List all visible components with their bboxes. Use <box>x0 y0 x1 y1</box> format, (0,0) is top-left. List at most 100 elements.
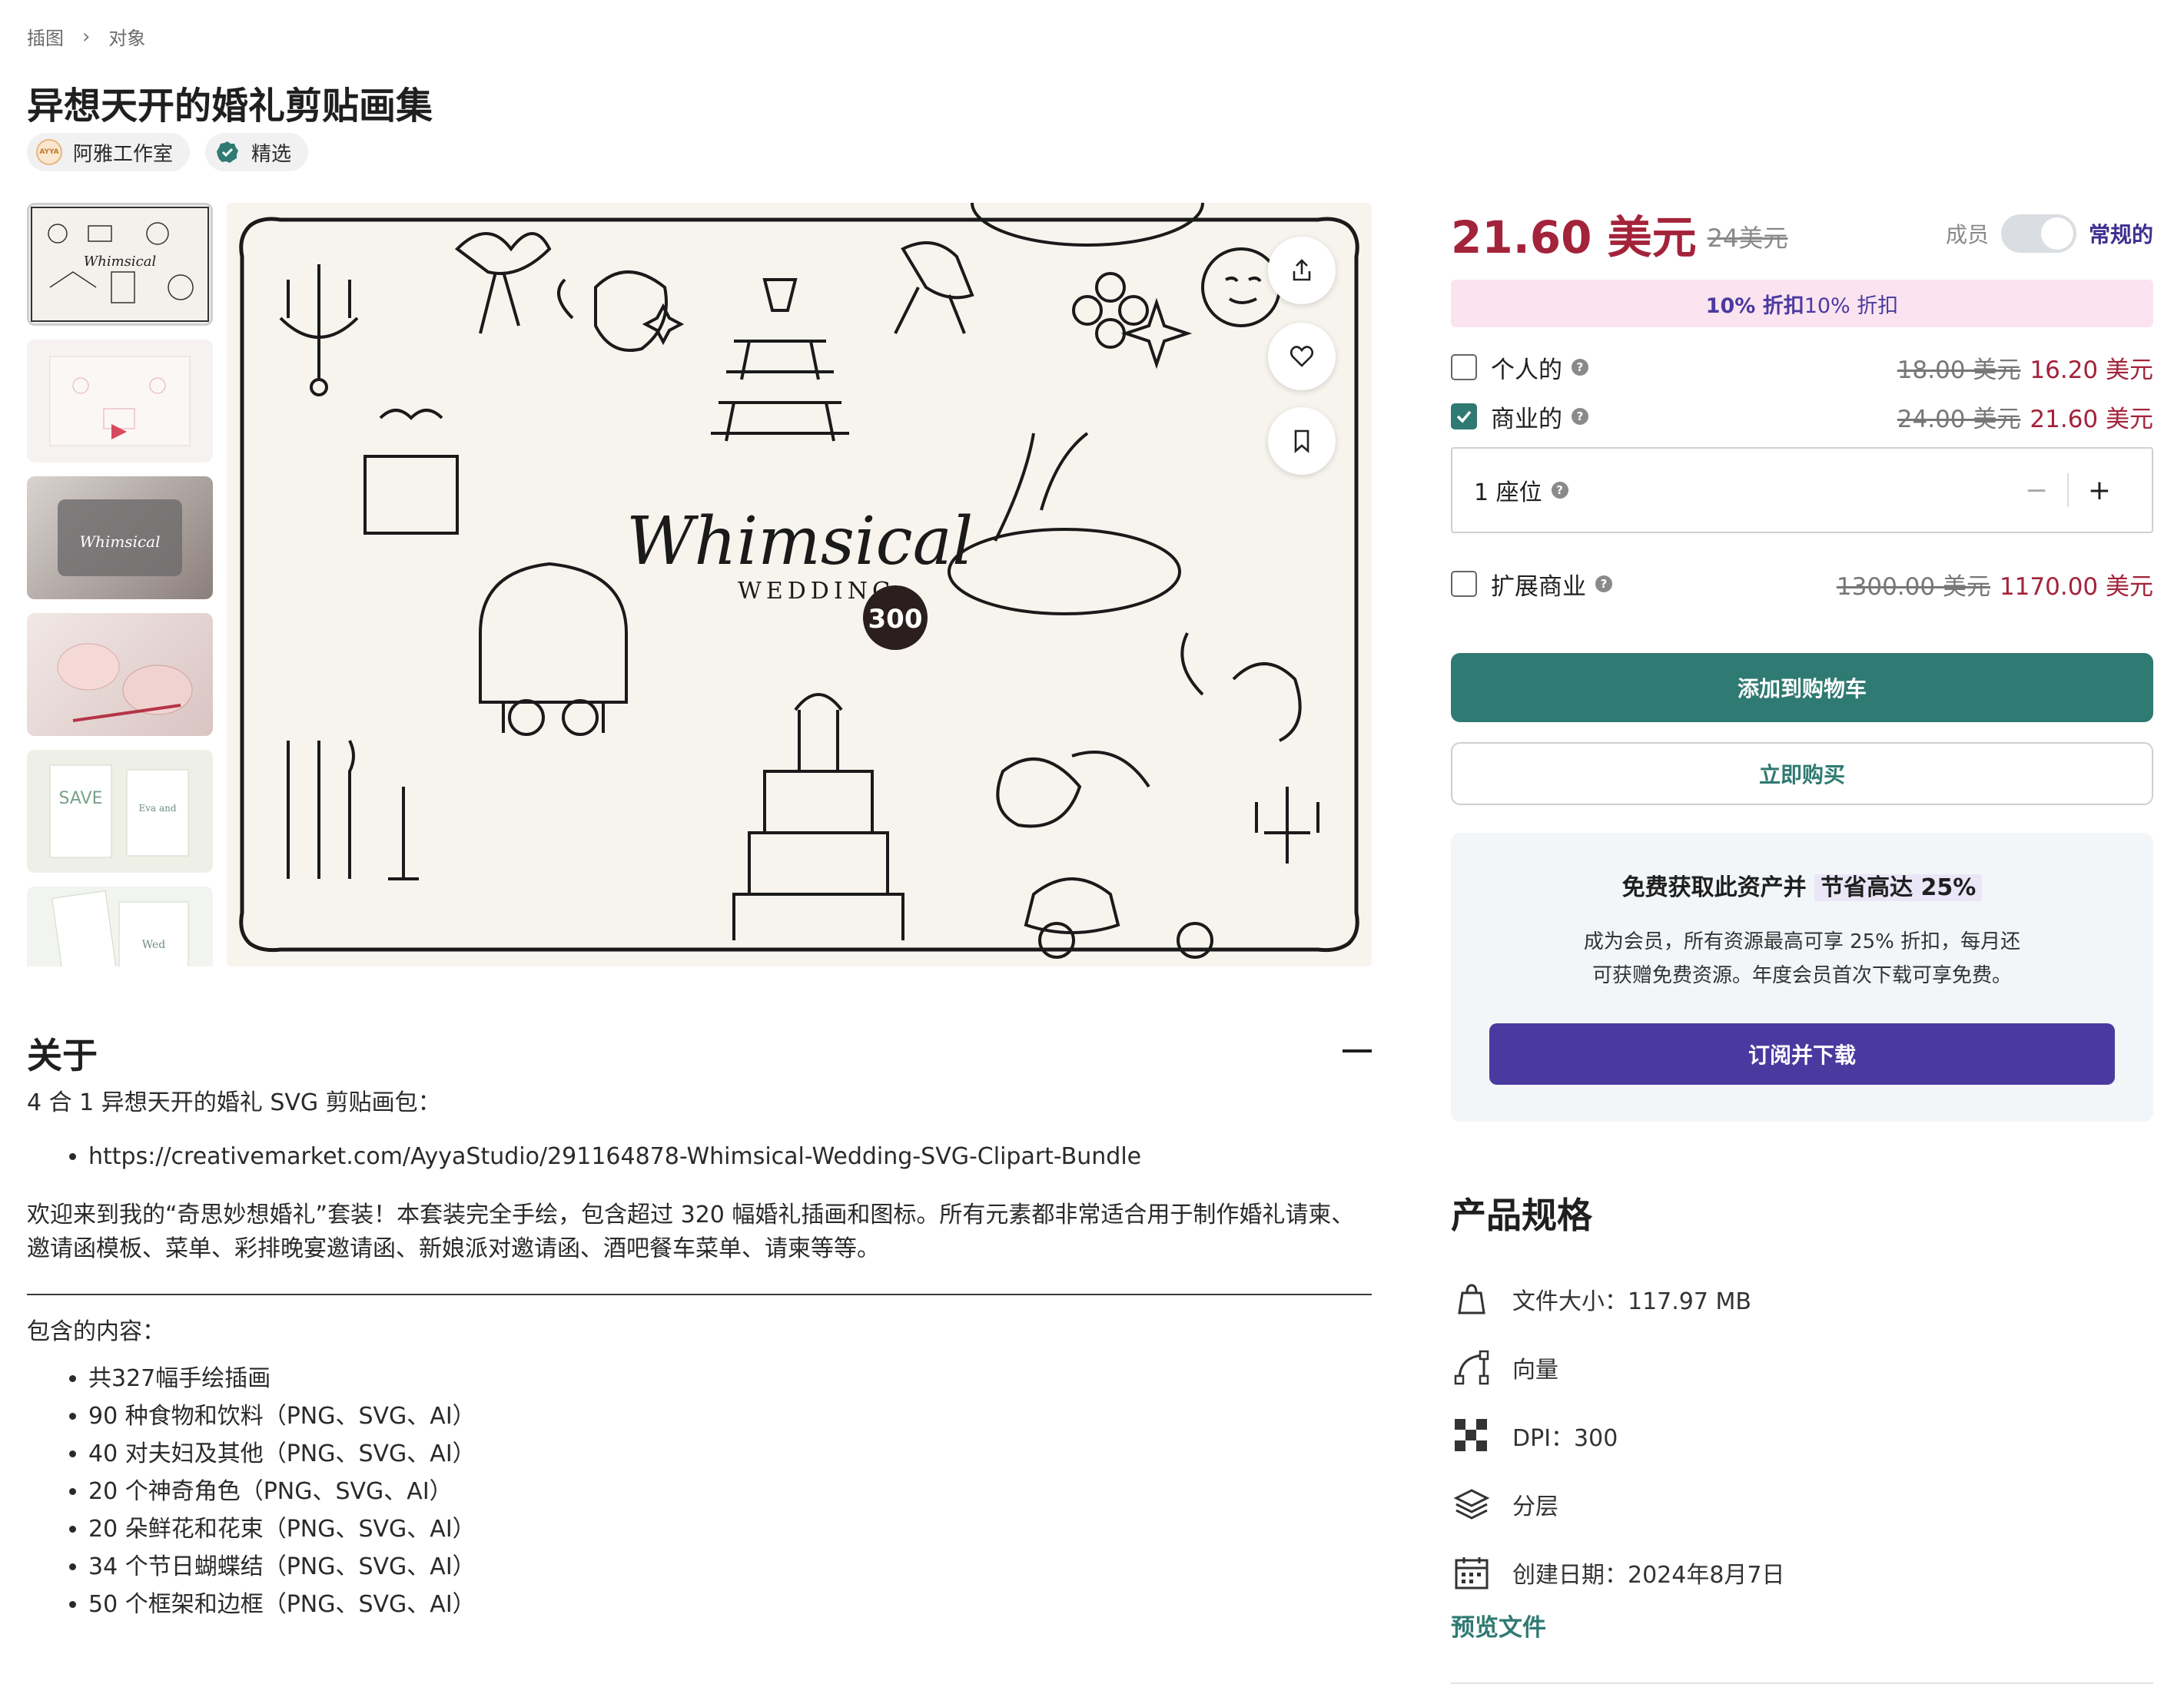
purchase-panel: 21.60 美元 24美元 成员 常规的 10% 折扣 10% 折扣 个人的 ?… <box>1451 203 2153 1684</box>
image-caption: Whimsical <box>626 503 973 580</box>
thumbnail-4[interactable] <box>27 613 213 736</box>
buy-now-button[interactable]: 立即购买 <box>1451 742 2153 805</box>
commercial-checkbox[interactable] <box>1451 403 1477 429</box>
license-personal[interactable]: 个人的 ? 18.00 美元 16.20 美元 <box>1451 343 2153 392</box>
about-section: 关于 4 合 1 异想天开的婚礼 SVG 剪贴画包： https://creat… <box>27 1028 1372 1623</box>
shop-chips: AYYA 阿雅工作室 精选 <box>27 133 309 171</box>
shop-logo-icon: AYYA <box>36 139 62 165</box>
discount-text: 10% 折扣 <box>1804 293 1899 318</box>
heart-icon <box>1289 346 1314 367</box>
help-icon[interactable]: ? <box>1572 359 1588 376</box>
share-icon <box>1293 259 1311 281</box>
page-title: 异想天开的婚礼剪贴画集 <box>27 85 433 128</box>
svg-text:SAVE: SAVE <box>59 789 103 808</box>
license-old-price: 1300.00 美元 <box>1836 572 1990 601</box>
divider <box>27 1294 1372 1295</box>
help-icon[interactable]: ? <box>1572 408 1588 425</box>
spec-vector: 向量 <box>1451 1333 2153 1401</box>
contents-label: 包含的内容： <box>27 1318 165 1345</box>
share-button[interactable] <box>1268 237 1336 304</box>
chevron-right-icon: › <box>82 25 91 48</box>
increase-seat-button[interactable]: + <box>2069 475 2130 506</box>
thumbnail-6[interactable]: Wed <box>27 887 213 966</box>
license-name: 扩展商业 <box>1491 572 1586 601</box>
member-label: 成员 <box>1945 222 1989 247</box>
help-icon[interactable]: ? <box>1551 482 1568 499</box>
specs-title: 产品规格 <box>1451 1195 1592 1236</box>
featured-chip[interactable]: 精选 <box>205 133 309 171</box>
shop-name: 阿雅工作室 <box>73 142 174 166</box>
about-title: 关于 <box>27 1035 98 1076</box>
license-new-price: 1170.00 美元 <box>1999 572 2153 601</box>
license-old-price: 18.00 美元 <box>1897 356 2021 384</box>
bookmark-button[interactable] <box>1268 407 1336 475</box>
favorite-button[interactable] <box>1268 323 1336 390</box>
spec-created: 创建日期：2024年8月7日 <box>1451 1538 2153 1606</box>
member-toggle[interactable] <box>2000 214 2076 253</box>
thumbnail-5[interactable]: SAVE Eva and <box>27 750 213 873</box>
subscribe-download-button[interactable]: 订阅并下载 <box>1489 1023 2115 1085</box>
spec-file-size: 文件大小：117.97 MB <box>1451 1265 2153 1333</box>
regular-label: 常规的 <box>2088 222 2153 247</box>
check-icon <box>1456 410 1472 423</box>
list-item: 40 对夫妇及其他（PNG、SVG、AI） <box>88 1435 1372 1473</box>
license-new-price: 16.20 美元 <box>2030 356 2153 384</box>
license-name: 商业的 <box>1491 405 1562 433</box>
spec-dpi: DPI：300 <box>1451 1401 2153 1470</box>
layers-icon <box>1451 1483 1492 1525</box>
promo-highlight: 节省高达 25% <box>1814 874 1983 901</box>
dpi-icon <box>1451 1415 1492 1457</box>
vector-icon <box>1451 1347 1492 1388</box>
list-item: 50 个框架和边框（PNG、SVG、AI） <box>88 1586 1372 1623</box>
list-item: 20 个神奇角色（PNG、SVG、AI） <box>88 1473 1372 1510</box>
breadcrumb: 插图 › 对象 <box>27 23 145 50</box>
license-new-price: 21.60 美元 <box>2030 405 2153 433</box>
bag-icon <box>1451 1278 1492 1320</box>
list-item: 34 个节日蝴蝶结（PNG、SVG、AI） <box>88 1548 1372 1586</box>
license-extended[interactable]: 扩展商业 ? 1300.00 美元 1170.00 美元 <box>1451 559 2153 608</box>
thumbnail-2[interactable] <box>27 340 213 462</box>
license-name: 个人的 <box>1491 356 1562 384</box>
bundle-link[interactable]: https://creativemarket.com/AyyaStudio/29… <box>88 1140 1372 1174</box>
thumbnail-3[interactable]: Whimsical <box>27 476 213 599</box>
current-price: 21.60 美元 <box>1451 211 1697 264</box>
seats-label: 1 座位 <box>1474 479 1542 506</box>
license-old-price: 24.00 美元 <box>1897 405 2021 433</box>
decrease-seat-button[interactable]: − <box>2006 475 2067 506</box>
specs-list: 文件大小：117.97 MB 向量 DPI：300 分层 创建日期：2024年8… <box>1451 1265 2153 1606</box>
discount-text-bold: 10% 折扣 <box>1705 293 1804 318</box>
member-toggle-group: 成员 常规的 <box>1946 214 2153 253</box>
link-list: https://creativemarket.com/AyyaStudio/29… <box>88 1140 1372 1174</box>
extended-checkbox[interactable] <box>1451 571 1477 597</box>
main-product-image[interactable]: Whimsical WEDDING 300 <box>227 203 1372 966</box>
add-to-cart-button[interactable]: 添加到购物车 <box>1451 653 2153 722</box>
price-row: 21.60 美元 24美元 成员 常规的 <box>1451 203 2153 264</box>
image-badge: 300 <box>868 604 923 635</box>
shop-chip[interactable]: AYYA 阿雅工作室 <box>27 133 191 171</box>
bookmark-icon <box>1294 429 1309 453</box>
membership-promo: 免费获取此资产并 节省高达 25% 成为会员，所有资源最高可享 25% 折扣，每… <box>1451 833 2153 1122</box>
breadcrumb-illustrations[interactable]: 插图 <box>27 23 64 50</box>
svg-text:Eva and: Eva and <box>138 803 176 814</box>
svg-text:Wed: Wed <box>142 939 166 951</box>
help-icon[interactable]: ? <box>1595 575 1612 592</box>
promo-text: 成为会员，所有资源最高可享 25% 折扣，每月还 可获赠免费资源。年度会员首次下… <box>1583 930 2021 987</box>
thumbnail-1[interactable]: Whimsical <box>27 203 213 326</box>
featured-label: 精选 <box>251 142 292 166</box>
about-intro: 4 合 1 异想天开的婚礼 SVG 剪贴画包： <box>27 1089 441 1116</box>
preview-files-link[interactable]: 预览文件 <box>1451 1608 2153 1643</box>
svg-text:Whimsical: Whimsical <box>80 532 161 551</box>
contents-list: 共327幅手绘插画 90 种食物和饮料（PNG、SVG、AI） 40 对夫妇及其… <box>88 1360 1372 1623</box>
thumbnail-strip: Whimsical Whimsical SAVE Eva and Wed <box>27 203 213 966</box>
verified-badge-icon <box>214 139 241 165</box>
seats-selector: 1 座位 ? − + <box>1451 447 2153 533</box>
breadcrumb-objects[interactable]: 对象 <box>108 23 145 50</box>
collapse-icon[interactable] <box>1343 1049 1372 1052</box>
about-description: 欢迎来到我的“奇思妙想婚礼”套装！本套装完全手绘，包含超过 320 幅婚礼插画和… <box>27 1202 1355 1262</box>
list-item: 90 种食物和饮料（PNG、SVG、AI） <box>88 1397 1372 1435</box>
license-commercial[interactable]: 商业的 ? 24.00 美元 21.60 美元 <box>1451 392 2153 441</box>
personal-checkbox[interactable] <box>1451 354 1477 380</box>
promo-title: 免费获取此资产并 节省高达 25% <box>1451 868 2153 902</box>
seat-stepper: − + <box>2006 473 2130 507</box>
list-item: 共327幅手绘插画 <box>88 1360 1372 1397</box>
